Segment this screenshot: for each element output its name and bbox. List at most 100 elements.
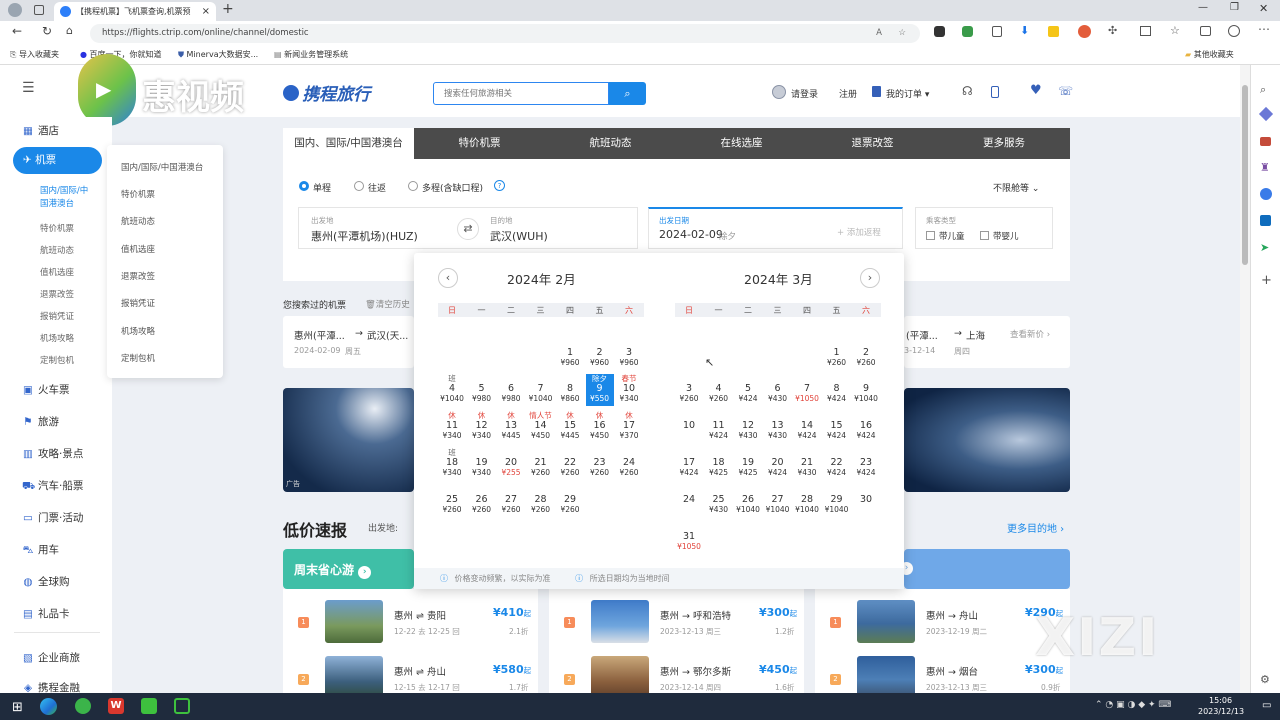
nav-sub-refund[interactable]: 退票改签 [40, 288, 74, 300]
date-field[interactable]: 出发日期 2024-02-09 除夕 + 添加返程 [648, 207, 903, 249]
calendar-day[interactable]: 7 ¥1050 [793, 374, 821, 406]
calendar-day[interactable]: 28 ¥260 [527, 485, 555, 517]
prev-month-button[interactable]: ‹ [438, 268, 458, 288]
nav-sub-airport[interactable]: 机场攻略 [40, 332, 74, 344]
nav-travel[interactable]: ⚑ 旅游 [22, 414, 59, 429]
calendar-day[interactable]: 27 ¥260 [497, 485, 525, 517]
calendar-day[interactable]: 22 ¥424 [823, 448, 851, 480]
calendar-day[interactable]: 29 ¥260 [556, 485, 584, 517]
add-return-link[interactable]: + 添加返程 [837, 226, 881, 238]
minimize-icon[interactable]: — [1198, 2, 1208, 13]
send-sidebar-icon[interactable]: ➤ [1260, 241, 1269, 254]
close-window-icon[interactable]: ✕ [1259, 2, 1268, 15]
app-taskbar-icon-2[interactable] [174, 698, 190, 714]
next-month-button[interactable]: › [860, 268, 880, 288]
swap-icon[interactable]: ⇄ [457, 218, 479, 240]
extension-icon-4[interactable] [1048, 26, 1059, 37]
tab-domestic[interactable]: 国内、国际/中国港澳台 [283, 128, 414, 159]
calendar-day[interactable]: 26 ¥1040 [734, 485, 762, 517]
calendar-day[interactable]: 26 ¥260 [468, 485, 496, 517]
briefcase-sidebar-icon[interactable] [1260, 137, 1271, 146]
calendar-day[interactable]: 16 ¥424 [852, 411, 880, 443]
nav-global-shop[interactable]: ◍ 全球购 [22, 574, 69, 589]
calendar-day[interactable]: 19 ¥425 [734, 448, 762, 480]
service-icon[interactable]: ☏ [1058, 84, 1073, 98]
promo-banner-left[interactable]: 广告 [283, 388, 414, 492]
site-search-button[interactable]: ⌕ [609, 82, 646, 105]
nav-guide[interactable]: ▥ 攻略·景点 [22, 446, 83, 461]
calendar-day[interactable]: 25 ¥260 [438, 485, 466, 517]
tab-refund[interactable]: 退票改签 [807, 128, 938, 159]
submenu-checkin[interactable]: 值机选座 [121, 243, 155, 255]
bookmark-news[interactable]: ▤ 新闻业务管理系统 [274, 45, 348, 65]
m365-sidebar-icon[interactable] [1260, 188, 1272, 200]
check-price-link[interactable]: 查看新价 › [1010, 328, 1050, 340]
calendar-day[interactable]: 休 15 ¥445 [556, 411, 584, 443]
read-aloud-icon[interactable]: A [876, 24, 882, 43]
calendar-day[interactable]: 25 ¥430 [705, 485, 733, 517]
calendar-day[interactable]: 22 ¥260 [556, 448, 584, 480]
extensions-puzzle-icon[interactable]: ✣ [1108, 24, 1117, 37]
taskbar-date[interactable]: 2023/12/13 [1198, 707, 1244, 716]
more-destinations-link[interactable]: 更多目的地 › [1007, 520, 1064, 535]
add-sidebar-icon[interactable]: + [1261, 273, 1272, 288]
extension-icon-5[interactable] [1078, 25, 1091, 38]
nav-hotel[interactable]: ▦ 酒店 [22, 123, 59, 138]
calendar-day[interactable]: 27 ¥1040 [764, 485, 792, 517]
windows-start-icon[interactable]: ⊞ [12, 700, 23, 715]
calendar-day[interactable]: 情人节 14 ¥450 [527, 411, 555, 443]
calendar-day[interactable]: 休 17 ¥370 [615, 411, 643, 443]
blue-header[interactable]: › [900, 549, 1070, 589]
wps-taskbar-icon[interactable]: W [108, 698, 124, 714]
radio-oneway[interactable] [299, 181, 309, 191]
calendar-day[interactable]: 3 ¥260 [675, 374, 703, 406]
app-taskbar-icon-1[interactable] [75, 698, 91, 714]
calendar-day[interactable]: 休 11 ¥340 [438, 411, 466, 443]
calendar-day[interactable]: 8 ¥424 [823, 374, 851, 406]
extension-icon-1[interactable] [934, 26, 945, 37]
calendar-day[interactable]: 3 ¥960 [615, 338, 643, 370]
calendar-day[interactable]: 5 ¥980 [468, 374, 496, 406]
scrollbar-thumb[interactable] [1242, 85, 1248, 265]
submenu-status[interactable]: 航班动态 [121, 215, 155, 227]
favorite-star-icon[interactable]: ☆ [898, 24, 906, 43]
submenu-special[interactable]: 特价机票 [121, 188, 155, 200]
nav-train[interactable]: ▣ 火车票 [22, 382, 69, 397]
search-sidebar-icon[interactable]: ⌕ [1260, 83, 1266, 97]
ctrip-logo[interactable]: 携程旅行 [283, 80, 370, 105]
user-avatar-icon[interactable] [772, 85, 786, 99]
calendar-day[interactable]: 21 ¥260 [527, 448, 555, 480]
tag-sidebar-icon[interactable] [1258, 106, 1274, 122]
calendar-day[interactable]: 20 ¥255 [497, 448, 525, 480]
notification-icon[interactable]: ▭ [1262, 700, 1271, 711]
headset-icon[interactable]: ☊ [962, 84, 973, 98]
collections-icon[interactable] [1200, 26, 1211, 36]
page-scrollbar[interactable] [1240, 65, 1250, 693]
nav-tickets[interactable]: ▭ 门票·活动 [22, 510, 83, 525]
nav-giftcard[interactable]: ▤ 礼品卡 [22, 606, 69, 621]
site-search-input[interactable] [433, 82, 609, 105]
weekend-header[interactable]: 周末省心游 › [283, 549, 414, 589]
calendar-day[interactable]: 29 ¥1040 [823, 485, 851, 517]
nav-sub-domestic[interactable]: 国内/国际/中 国港澳台 [40, 185, 88, 211]
promo-banner-right[interactable] [904, 388, 1070, 492]
calendar-day[interactable]: 21 ¥430 [793, 448, 821, 480]
nav-bus-ship[interactable]: ⛟ 汽车·船票 [22, 478, 83, 494]
calendar-day[interactable]: 6 ¥430 [764, 374, 792, 406]
wechat-taskbar-icon[interactable] [141, 698, 157, 714]
passenger-field[interactable]: 乘客类型 带儿童 带婴儿 [915, 207, 1053, 249]
calendar-day[interactable]: 5 ¥424 [734, 374, 762, 406]
submenu-refund[interactable]: 退票改签 [121, 270, 155, 282]
help-icon[interactable]: ? [494, 180, 505, 191]
tab-status[interactable]: 航班动态 [545, 128, 676, 159]
child-checkbox[interactable] [926, 231, 935, 240]
profile-icon[interactable] [8, 3, 22, 17]
radio-multi[interactable] [408, 181, 418, 191]
calendar-day[interactable]: 6 ¥980 [497, 374, 525, 406]
tab-seat[interactable]: 在线选座 [676, 128, 807, 159]
calendar-day[interactable]: 20 ¥424 [764, 448, 792, 480]
calendar-day[interactable]: 12 ¥430 [734, 411, 762, 443]
history-card-2[interactable]: (平潭... → 上海 3-12-14 周四 查看新价 › [904, 316, 1070, 368]
menu-icon[interactable]: ☰ [22, 80, 35, 96]
calendar-day[interactable]: 2 ¥960 [586, 338, 614, 370]
